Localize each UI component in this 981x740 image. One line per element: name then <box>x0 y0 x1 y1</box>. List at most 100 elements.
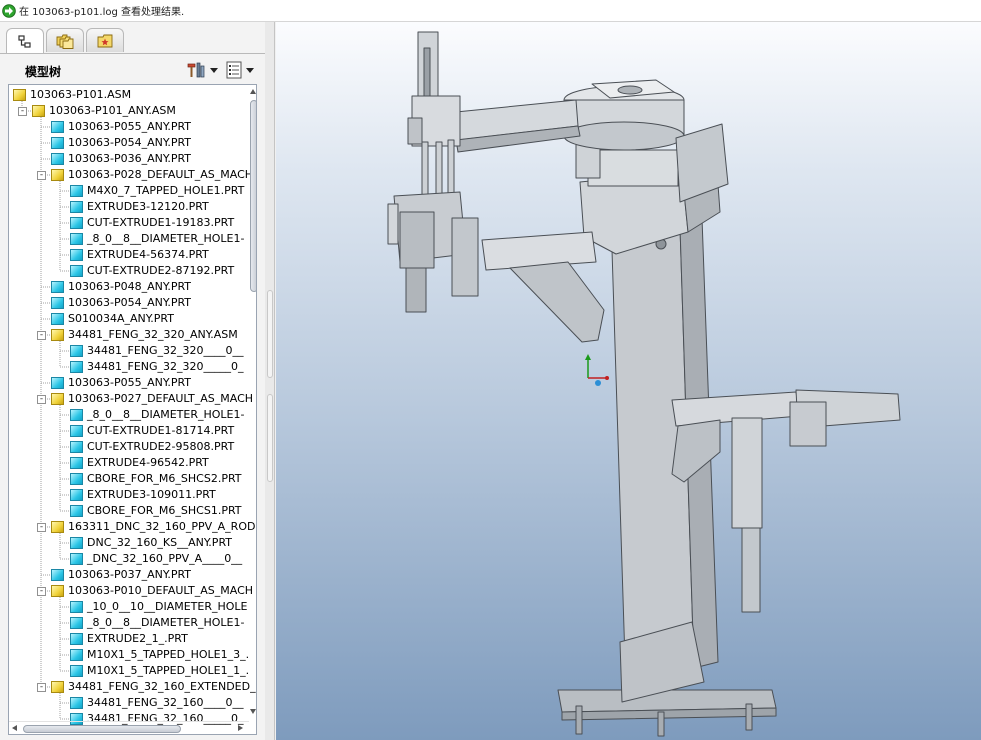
message-bar: 在 103063-p101.log 查看处理结果. <box>0 0 981 22</box>
tree-item-part[interactable]: _8_0__8__DIAMETER_HOLE1- <box>70 231 244 247</box>
tree-item-part[interactable]: M10X1_5_TAPPED_HOLE1_1_. <box>70 663 249 679</box>
scrollbar-thumb[interactable] <box>23 725 181 733</box>
tree-item-assembly[interactable]: 103063-P101_ANY.ASM <box>32 103 176 119</box>
tree-item-label: _10_0__10__DIAMETER_HOLE <box>87 600 248 613</box>
tree-item-part[interactable]: 103063-P054_ANY.PRT <box>51 295 191 311</box>
tree-item-part[interactable]: 103063-P054_ANY.PRT <box>51 135 191 151</box>
scrollbar-thumb[interactable] <box>250 100 256 292</box>
tree-settings-button[interactable] <box>186 59 218 81</box>
tree-item-part[interactable]: 103063-P055_ANY.PRT <box>51 119 191 135</box>
tree-item-label: 34481_FENG_32_320____0__ <box>87 344 244 357</box>
part-icon <box>70 185 83 197</box>
tree-item-label: _8_0__8__DIAMETER_HOLE1- <box>87 232 245 245</box>
tree-item-part[interactable]: M10X1_5_TAPPED_HOLE1_3_. <box>70 647 249 663</box>
tree-item-part[interactable]: CUT-EXTRUDE2-95808.PRT <box>70 439 234 455</box>
part-icon <box>51 569 64 581</box>
tree-item-part[interactable]: 34481_FENG_32_320_____0_ <box>70 359 244 375</box>
navigator-panel: 模型树 103063-P101.ASM 103063-P101_ANY.ASM -1… <box>0 22 265 740</box>
scroll-left-icon[interactable] <box>12 725 17 731</box>
collapse-toggle-icon[interactable]: - <box>37 171 46 180</box>
tree-item-assembly[interactable]: 103063-P101.ASM <box>13 87 131 103</box>
collapse-toggle-icon[interactable]: - <box>37 331 46 340</box>
assembly-icon <box>51 521 64 533</box>
tree-settings-icon <box>187 62 205 78</box>
tree-item-part[interactable]: EXTRUDE3-109011.PRT <box>70 487 216 503</box>
tree-item-part[interactable]: CUT-EXTRUDE1-19183.PRT <box>70 215 234 231</box>
part-icon <box>70 489 83 501</box>
part-icon <box>70 249 83 261</box>
scroll-down-icon[interactable] <box>250 709 256 714</box>
tree-item-assembly[interactable]: 103063-P010_DEFAULT_AS_MACH <box>51 583 253 599</box>
tree-item-label: M10X1_5_TAPPED_HOLE1_3_. <box>87 648 250 661</box>
tree-show-button[interactable] <box>226 59 254 81</box>
message-text: 在 103063-p101.log 查看处理结果. <box>19 7 185 18</box>
part-icon <box>70 537 83 549</box>
tree-item-part[interactable]: _8_0__8__DIAMETER_HOLE1- <box>70 407 244 423</box>
tree-item-label: 103063-P037_ANY.PRT <box>68 568 192 581</box>
assembly-icon <box>32 105 45 117</box>
part-icon <box>70 649 83 661</box>
tab-folder-browser[interactable] <box>46 28 84 52</box>
tree-item-label: 34481_FENG_32_160____0__ <box>87 696 244 709</box>
collapse-toggle-icon[interactable]: - <box>37 587 46 596</box>
tree-item-assembly[interactable]: 103063-P028_DEFAULT_AS_MACH <box>51 167 253 183</box>
tree-item-part[interactable]: CUT-EXTRUDE2-87192.PRT <box>70 263 234 279</box>
tree-item-part[interactable]: _10_0__10__DIAMETER_HOLE <box>70 599 248 615</box>
tree-item-part[interactable]: CUT-EXTRUDE1-81714.PRT <box>70 423 234 439</box>
tree-item-part[interactable]: 103063-P048_ANY.PRT <box>51 279 191 295</box>
splitter-grip[interactable] <box>267 394 273 482</box>
folder-browser-tab-icon <box>56 34 74 49</box>
tree-horizontal-scrollbar[interactable] <box>9 721 249 734</box>
tree-item-part[interactable]: 34481_FENG_32_320____0__ <box>70 343 244 359</box>
tree-item-part[interactable]: CBORE_FOR_M6_SHCS1.PRT <box>70 503 242 519</box>
tree-item-part[interactable]: EXTRUDE3-12120.PRT <box>70 199 209 215</box>
tree-item-part[interactable]: _DNC_32_160_PPV_A____0__ <box>70 551 242 567</box>
tree-item-label: 103063-P054_ANY.PRT <box>68 296 192 309</box>
tree-item-label: 34481_FENG_32_320_____0_ <box>87 360 244 373</box>
tree-item-label: CBORE_FOR_M6_SHCS2.PRT <box>87 472 242 485</box>
part-icon <box>70 617 83 629</box>
tree-item-label: 103063-P101_ANY.ASM <box>49 104 176 117</box>
tree-item-part[interactable]: M4X0_7_TAPPED_HOLE1.PRT <box>70 183 244 199</box>
part-icon <box>51 153 64 165</box>
tree-item-label: 103063-P101.ASM <box>30 88 132 101</box>
tree-item-part[interactable]: EXTRUDE4-96542.PRT <box>70 455 209 471</box>
splitter-grip[interactable] <box>267 290 273 378</box>
tab-model-tree[interactable] <box>6 28 44 54</box>
tree-item-part[interactable]: DNC_32_160_KS__ANY.PRT <box>70 535 232 551</box>
tree-item-label: 34481_FENG_32_160_EXTENDED_ <box>68 680 256 693</box>
favorites-tab-icon <box>97 34 113 47</box>
scroll-right-icon[interactable] <box>238 725 243 731</box>
tree-item-assembly[interactable]: 163311_DNC_32_160_PPV_A_ROD <box>51 519 255 535</box>
tree-item-part[interactable]: EXTRUDE4-56374.PRT <box>70 247 209 263</box>
tree-item-part[interactable]: 103063-P037_ANY.PRT <box>51 567 191 583</box>
collapse-toggle-icon[interactable]: - <box>37 395 46 404</box>
tree-item-label: _8_0__8__DIAMETER_HOLE1- <box>87 408 245 421</box>
tree-item-part[interactable]: EXTRUDE2_1_.PRT <box>70 631 188 647</box>
collapse-toggle-icon[interactable]: - <box>37 523 46 532</box>
tree-item-part[interactable]: S010034A_ANY.PRT <box>51 311 174 327</box>
tree-item-part[interactable]: 34481_FENG_32_160____0__ <box>70 695 244 711</box>
tree-item-part[interactable]: _8_0__8__DIAMETER_HOLE1- <box>70 615 244 631</box>
part-icon <box>70 697 83 709</box>
panel-splitter[interactable] <box>265 22 275 740</box>
tree-item-label: 103063-P054_ANY.PRT <box>68 136 192 149</box>
graphics-viewport[interactable] <box>276 22 981 740</box>
tree-item-part[interactable]: 103063-P036_ANY.PRT <box>51 151 191 167</box>
scroll-up-icon[interactable] <box>250 89 256 94</box>
tree-item-part[interactable]: 103063-P055_ANY.PRT <box>51 375 191 391</box>
tree-item-label: 103063-P048_ANY.PRT <box>68 280 192 293</box>
tree-header: 模型树 <box>0 56 265 84</box>
tree-item-assembly[interactable]: 34481_FENG_32_160_EXTENDED_ <box>51 679 256 695</box>
collapse-toggle-icon[interactable]: - <box>18 107 27 116</box>
tree-item-part[interactable]: CBORE_FOR_M6_SHCS2.PRT <box>70 471 242 487</box>
tab-favorites[interactable] <box>86 28 124 52</box>
model-tree-tab-icon <box>18 34 31 48</box>
tree-item-label: 103063-P036_ANY.PRT <box>68 152 192 165</box>
tree-item-label: 103063-P010_DEFAULT_AS_MACH <box>68 584 254 597</box>
tree-vertical-scrollbar[interactable] <box>249 87 256 718</box>
collapse-toggle-icon[interactable]: - <box>37 683 46 692</box>
tree-item-assembly[interactable]: 103063-P027_DEFAULT_AS_MACH <box>51 391 253 407</box>
tree-item-assembly[interactable]: 34481_FENG_32_320_ANY.ASM <box>51 327 238 343</box>
tab-underline <box>0 53 265 54</box>
